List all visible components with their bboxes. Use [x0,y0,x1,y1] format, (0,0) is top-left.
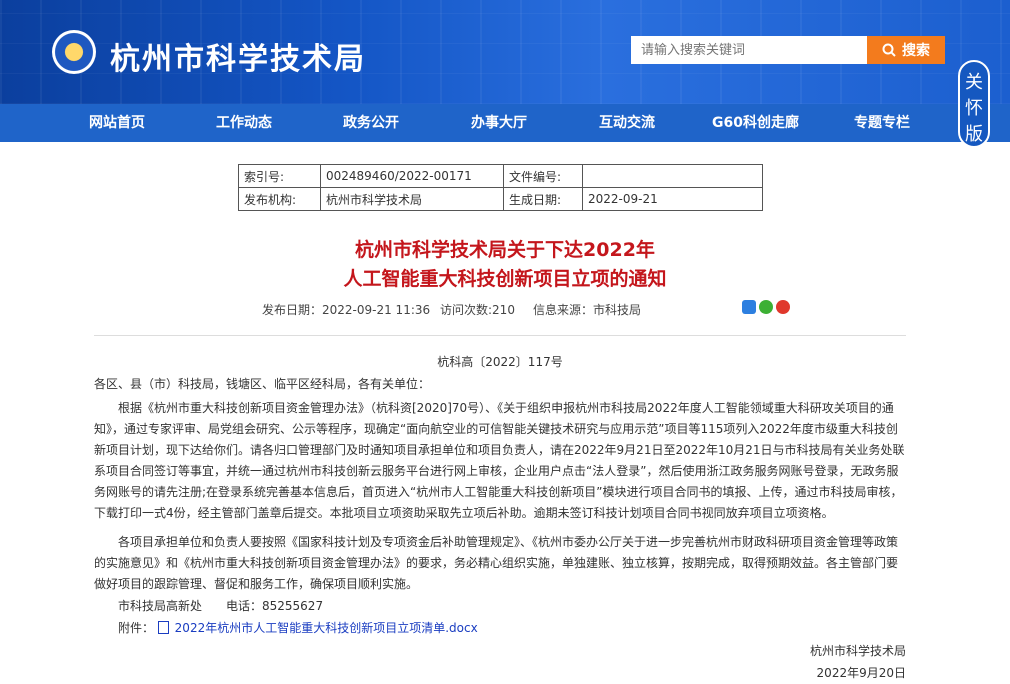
wechat-icon[interactable] [759,300,773,314]
site-title[interactable]: 杭州市科学技术局 [110,34,366,78]
contact-line: 市科技局高新处 电话：85255627 [118,599,324,613]
main-nav: 网站首页 工作动态 政务公开 办事大厅 互动交流 G60科创走廊 专题专栏 [0,104,1010,142]
info-source: 信息来源：市科技局 [533,303,642,317]
signature-org: 杭州市科学技术局 [809,644,906,658]
care-mode-button[interactable]: 关怀版 [958,60,990,148]
body-paragraph-2: 各项目承担单位和负责人要按照《国家科技计划及专项资金后补助管理规定》、《杭州市委… [94,535,899,591]
document-meta-table: 索引号: 002489460/2022-00171 文件编号: 发布机构: 杭州… [238,164,763,211]
nav-services[interactable]: 办事大厅 [471,104,527,142]
date-value: 2022-09-21 [582,187,763,211]
body-paragraph-1: 根据《杭州市重大科技创新项目资金管理办法》（杭科资[2020]70号）、《关于组… [94,401,905,520]
attachment-label: 附件： [118,621,155,635]
docno-value [582,164,763,188]
nav-g60[interactable]: G60科创走廊 [712,104,799,142]
divider [94,335,906,336]
salutation: 各区、县（市）科技局，钱塘区、临平区经科局，各有关单位： [94,377,431,391]
docno-label: 文件编号: [503,164,583,188]
search-button[interactable]: 搜索 [867,36,945,64]
search-input[interactable] [631,36,867,64]
attachment-link[interactable]: 2022年杭州市人工智能重大科技创新项目立项清单.docx [175,621,478,635]
search-icon [882,43,896,57]
nav-interaction[interactable]: 互动交流 [599,104,655,142]
share-plus-icon[interactable] [742,300,756,314]
attachment-line: 附件： 2022年杭州市人工智能重大科技创新项目立项清单.docx [118,618,898,639]
site-logo-emblem[interactable] [52,30,96,74]
nav-work-news[interactable]: 工作动态 [216,104,272,142]
nav-gov-open[interactable]: 政务公开 [343,104,399,142]
index-value: 002489460/2022-00171 [320,164,504,188]
doc-file-icon [157,621,169,634]
nav-special[interactable]: 专题专栏 [854,104,910,142]
org-value: 杭州市科学技术局 [320,187,504,211]
signature-date: 2022年9月20日 [816,666,906,680]
publish-date: 发布日期：2022-09-21 11:36 [262,303,431,317]
article-title-line1: 杭州市科学技术局关于下达2022年 [355,239,655,261]
index-label: 索引号: [238,164,321,188]
nav-home[interactable]: 网站首页 [89,104,145,142]
org-label: 发布机构: [238,187,321,211]
date-label: 生成日期: [503,187,583,211]
doc-number: 杭科高〔2022〕117号 [437,355,563,369]
search-button-label: 搜索 [902,43,930,59]
visit-count: 访问次数:210 [440,303,515,317]
article-title-line2: 人工智能重大科技创新项目立项的通知 [343,268,667,290]
weibo-icon[interactable] [776,300,790,314]
